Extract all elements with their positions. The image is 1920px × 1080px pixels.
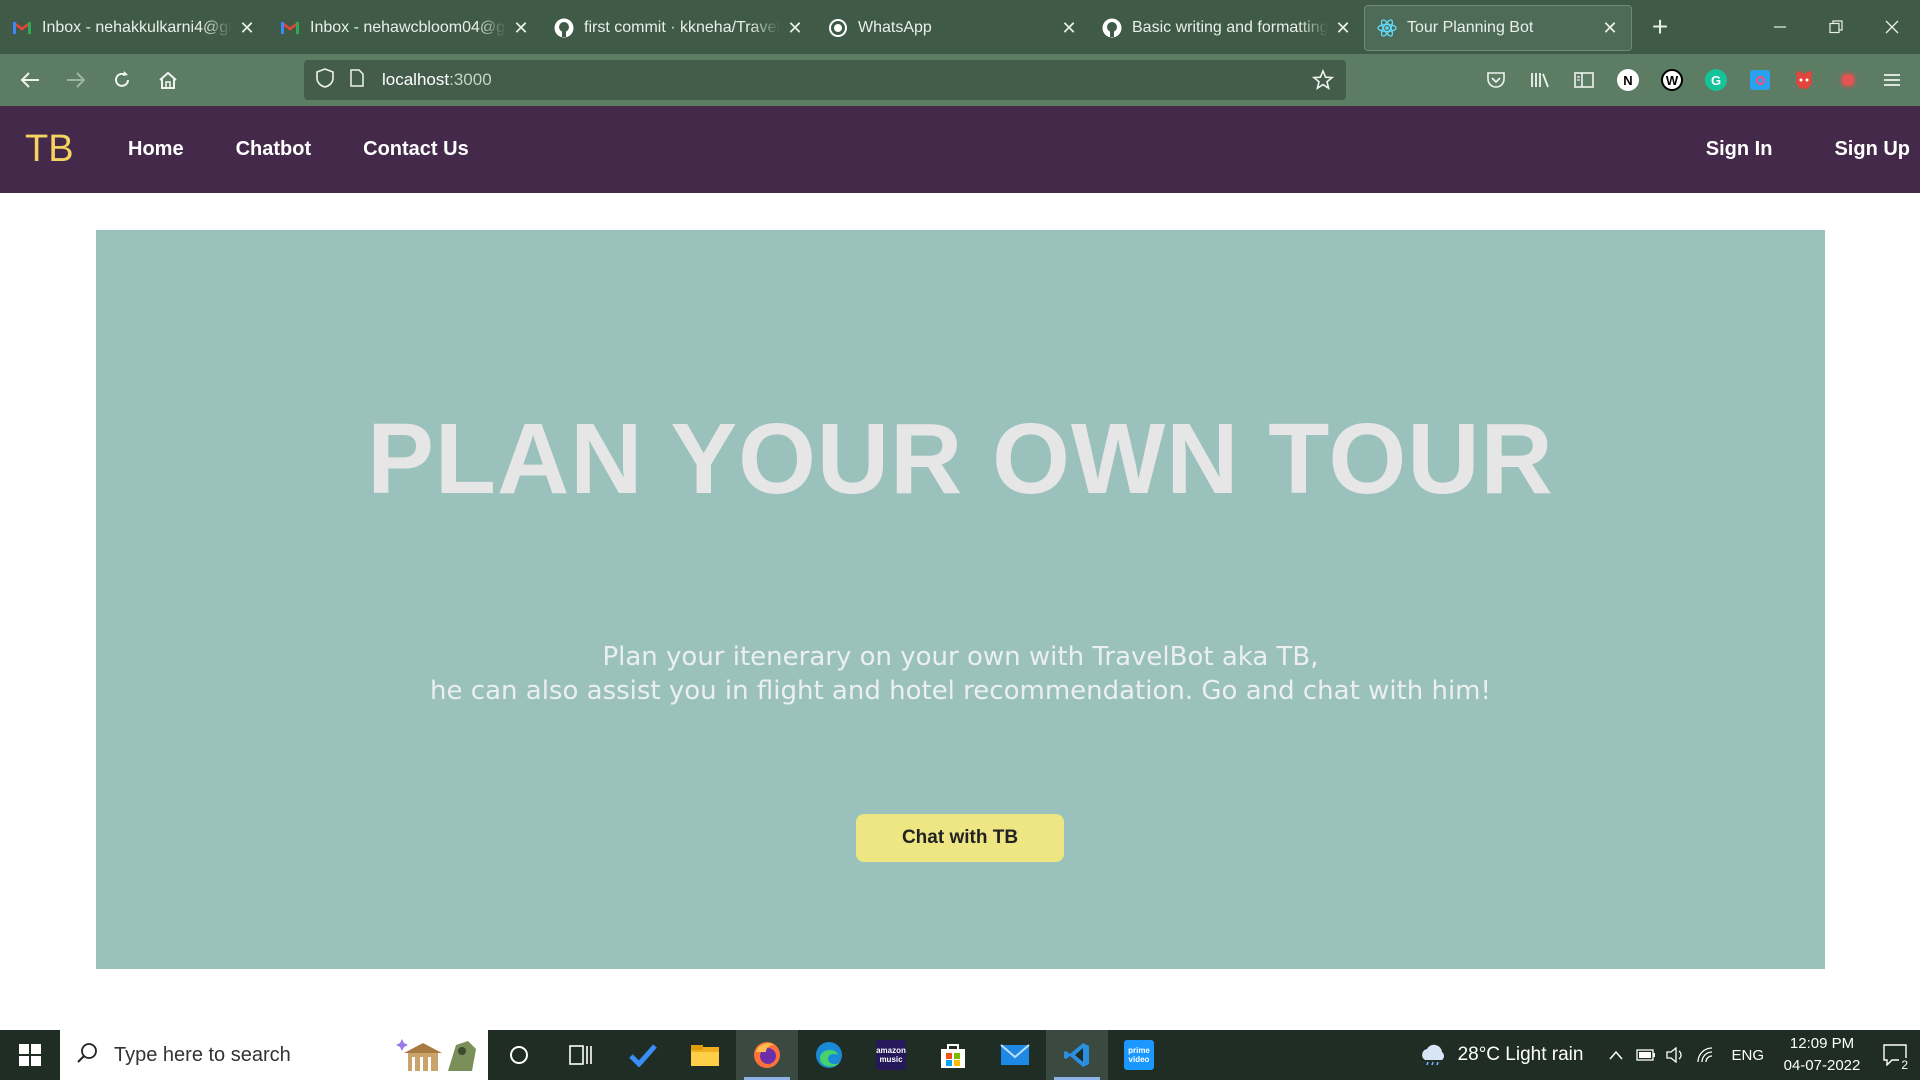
- clock-time: 12:09 PM: [1789, 1035, 1855, 1052]
- back-arrow-icon[interactable]: [8, 58, 52, 102]
- close-icon[interactable]: ✕: [1060, 19, 1078, 37]
- taskbar-search-box[interactable]: Type here to search: [60, 1030, 488, 1080]
- language-indicator[interactable]: ENG: [1731, 1047, 1764, 1064]
- restore-icon[interactable]: [1808, 0, 1864, 54]
- battery-icon[interactable]: [1631, 1030, 1661, 1080]
- sign-in-link[interactable]: Sign In: [1706, 138, 1773, 161]
- gmail-icon: [280, 18, 300, 38]
- gmail-icon: [12, 18, 32, 38]
- url-bar[interactable]: localhost:3000: [304, 60, 1346, 100]
- amazon-music-icon[interactable]: amazon music: [860, 1030, 922, 1080]
- close-window-icon[interactable]: [1864, 0, 1920, 54]
- rain-cloud-icon: [1421, 1044, 1444, 1066]
- tab-tour-planning-bot[interactable]: Tour Planning Bot ✕: [1364, 5, 1632, 51]
- microsoft-store-icon[interactable]: [922, 1030, 984, 1080]
- tab-github-commit[interactable]: first commit · kkneha/Travel-Bot ✕: [542, 5, 816, 51]
- system-tray: 28°C Light rain ENG 12:09 PM 04-07-2022 …: [1418, 1030, 1920, 1080]
- file-explorer-icon[interactable]: [674, 1030, 736, 1080]
- page-icon: [350, 68, 368, 92]
- close-icon[interactable]: ✕: [786, 19, 804, 37]
- nav-link-contact-us[interactable]: Contact Us: [363, 138, 469, 161]
- close-icon[interactable]: ✕: [238, 19, 256, 37]
- tab-inbox-1[interactable]: Inbox - nehakkulkarni4@gmail.com ✕: [0, 5, 268, 51]
- todo-app-icon[interactable]: [612, 1030, 674, 1080]
- menu-hamburger-icon[interactable]: [1870, 58, 1914, 102]
- hero-subtitle-line-1: Plan your itenerary on your own with Tra…: [602, 642, 1319, 672]
- browser-toolbar: localhost:3000 N W G: [0, 54, 1920, 106]
- chat-with-tb-button[interactable]: Chat with TB: [856, 814, 1064, 862]
- tab-github-docs[interactable]: Basic writing and formatting syntax ✕: [1090, 5, 1364, 51]
- notification-count-badge: 2: [1899, 1058, 1910, 1072]
- hero-subtitle: Plan your itenerary on your own with Tra…: [96, 640, 1825, 708]
- forward-arrow-icon[interactable]: [54, 58, 98, 102]
- search-placeholder: Type here to search: [114, 1043, 291, 1066]
- auth-links: Sign In Sign Up: [1644, 106, 1920, 193]
- edge-icon[interactable]: [798, 1030, 860, 1080]
- tab-title: WhatsApp: [858, 19, 932, 36]
- github-icon: [554, 18, 574, 38]
- whatsapp-icon: [828, 18, 848, 38]
- screen-capture-extension-icon[interactable]: [1738, 58, 1782, 102]
- prime-video-icon[interactable]: prime video: [1108, 1030, 1170, 1080]
- toolbar-icons: N W G: [1474, 58, 1914, 102]
- record-extension-icon[interactable]: [1826, 58, 1870, 102]
- nav-link-chatbot[interactable]: Chatbot: [236, 138, 312, 161]
- notion-extension-icon[interactable]: N: [1606, 58, 1650, 102]
- volume-icon[interactable]: [1661, 1030, 1691, 1080]
- hero-title: PLAN YOUR OWN TOUR: [367, 403, 1554, 515]
- mail-icon[interactable]: [984, 1030, 1046, 1080]
- hero-section: PLAN YOUR OWN TOUR Plan your itenerary o…: [96, 230, 1825, 969]
- url-port: :3000: [449, 70, 492, 89]
- react-icon: [1377, 18, 1397, 38]
- tab-title: first commit · kkneha/Travel-Bot: [584, 19, 780, 36]
- task-view-icon[interactable]: [550, 1030, 612, 1080]
- grammarly-extension-icon[interactable]: G: [1694, 58, 1738, 102]
- windows-start-icon[interactable]: [0, 1030, 60, 1080]
- notification-center-icon[interactable]: 2: [1870, 1030, 1920, 1080]
- tab-whatsapp[interactable]: WhatsApp ✕: [816, 5, 1090, 51]
- bookmark-star-icon[interactable]: [1311, 68, 1335, 91]
- window-controls: [1752, 0, 1920, 54]
- tab-title: Basic writing and formatting syntax: [1132, 19, 1328, 36]
- site-logo[interactable]: TB: [25, 128, 128, 171]
- wikipedia-extension-icon[interactable]: W: [1650, 58, 1694, 102]
- vscode-icon[interactable]: [1046, 1030, 1108, 1080]
- firefox-taskbar-icon[interactable]: [736, 1030, 798, 1080]
- search-icon: [76, 1042, 100, 1069]
- tab-inbox-2[interactable]: Inbox - nehawcbloom04@gmail.com ✕: [268, 5, 542, 51]
- sign-up-link[interactable]: Sign Up: [1834, 138, 1910, 161]
- github-icon: [1102, 18, 1122, 38]
- shield-icon[interactable]: [316, 67, 336, 93]
- adblock-extension-icon[interactable]: [1782, 58, 1826, 102]
- cortana-icon[interactable]: [488, 1030, 550, 1080]
- weather-text: 28°C Light rain: [1457, 1044, 1584, 1065]
- tab-title: Tour Planning Bot: [1407, 19, 1534, 36]
- close-icon[interactable]: ✕: [512, 19, 530, 37]
- close-icon[interactable]: ✕: [1334, 19, 1352, 37]
- url-host: localhost: [382, 70, 450, 89]
- wifi-icon[interactable]: [1691, 1030, 1721, 1080]
- pocket-icon[interactable]: [1474, 58, 1518, 102]
- tab-title: Inbox - nehakkulkarni4@gmail.com: [42, 19, 232, 36]
- site-header: TB Home Chatbot Contact Us Sign In Sign …: [0, 106, 1920, 193]
- hero-subtitle-line-2: he can also assist you in flight and hot…: [430, 676, 1491, 706]
- library-icon[interactable]: [1518, 58, 1562, 102]
- home-icon[interactable]: [146, 58, 190, 102]
- search-highlight-illustration-icon: [396, 1035, 482, 1075]
- reload-icon[interactable]: [100, 58, 144, 102]
- clock-date: 04-07-2022: [1783, 1057, 1861, 1074]
- new-tab-button[interactable]: +: [1638, 5, 1682, 49]
- clock[interactable]: 12:09 PM 04-07-2022: [1774, 1033, 1870, 1077]
- tab-title: Inbox - nehawcbloom04@gmail.com: [310, 19, 506, 36]
- browser-tab-strip: Inbox - nehakkulkarni4@gmail.com ✕ Inbox…: [0, 0, 1920, 54]
- weather-widget[interactable]: 28°C Light rain: [1418, 1044, 1584, 1066]
- chevron-up-icon[interactable]: [1601, 1030, 1631, 1080]
- close-icon[interactable]: ✕: [1601, 19, 1619, 37]
- windows-taskbar: Type here to search amazon music prime vid…: [0, 1030, 1920, 1080]
- minimize-icon[interactable]: [1752, 0, 1808, 54]
- sidebar-icon[interactable]: [1562, 58, 1606, 102]
- nav-link-home[interactable]: Home: [128, 138, 184, 161]
